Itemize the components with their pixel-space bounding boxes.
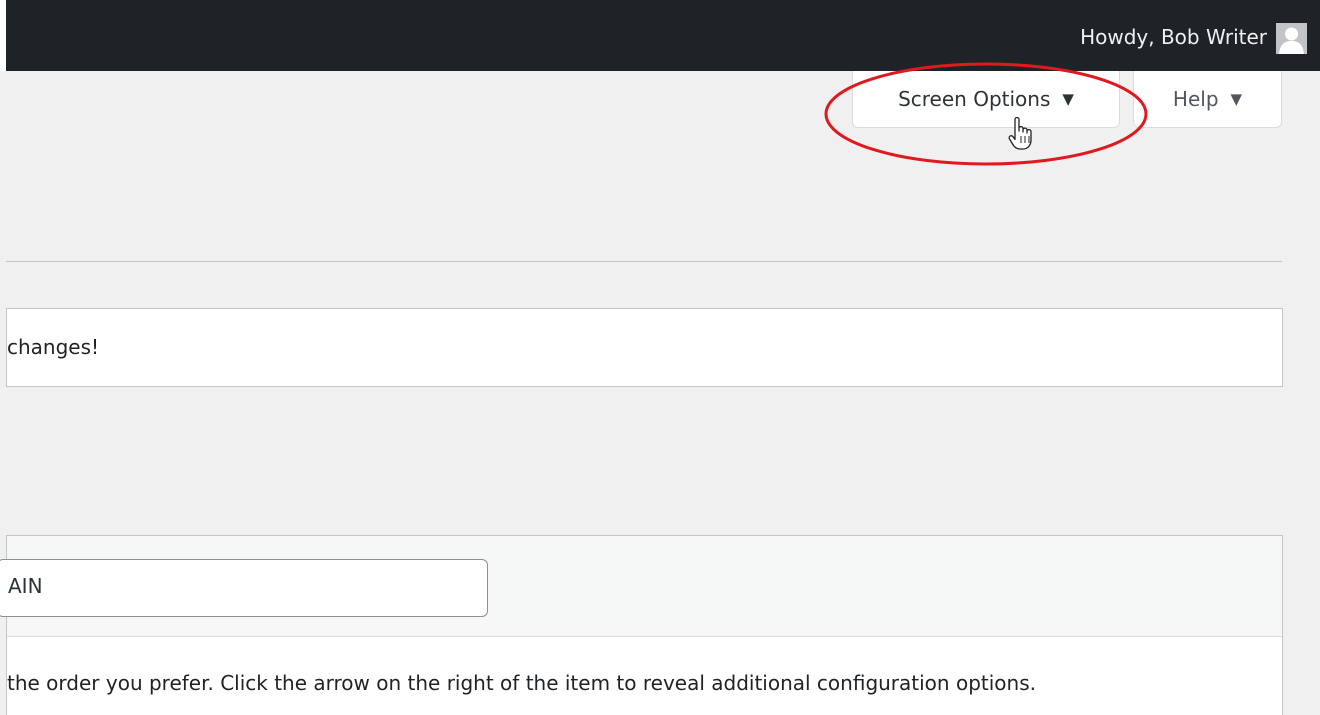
menu-name-input[interactable]: AIN [0, 559, 488, 617]
hand-pointer-icon [1008, 116, 1036, 157]
help-button[interactable]: Help ▼ [1133, 71, 1282, 128]
help-label: Help [1172, 87, 1219, 111]
notice-banner: changes! [6, 308, 1283, 387]
account-greeting[interactable]: Howdy, Bob Writer [1080, 23, 1267, 51]
notice-text: changes! [7, 335, 100, 359]
screen-options-label: Screen Options [898, 87, 1051, 111]
menu-name-value: AIN [8, 574, 43, 598]
screen-options-button[interactable]: Screen Options ▼ [852, 71, 1120, 128]
admin-bar: Howdy, Bob Writer [0, 0, 1320, 71]
user-avatar-icon[interactable] [1276, 23, 1307, 54]
caret-down-icon: ▼ [1230, 90, 1243, 108]
menu-instructions: the order you prefer. Click the arrow on… [7, 671, 1036, 695]
caret-down-icon: ▼ [1062, 90, 1074, 108]
menu-header: AIN [0, 536, 1282, 637]
heading-separator [6, 261, 1282, 262]
menu-edit-panel: AIN the order you prefer. Click the arro… [0, 535, 1283, 715]
